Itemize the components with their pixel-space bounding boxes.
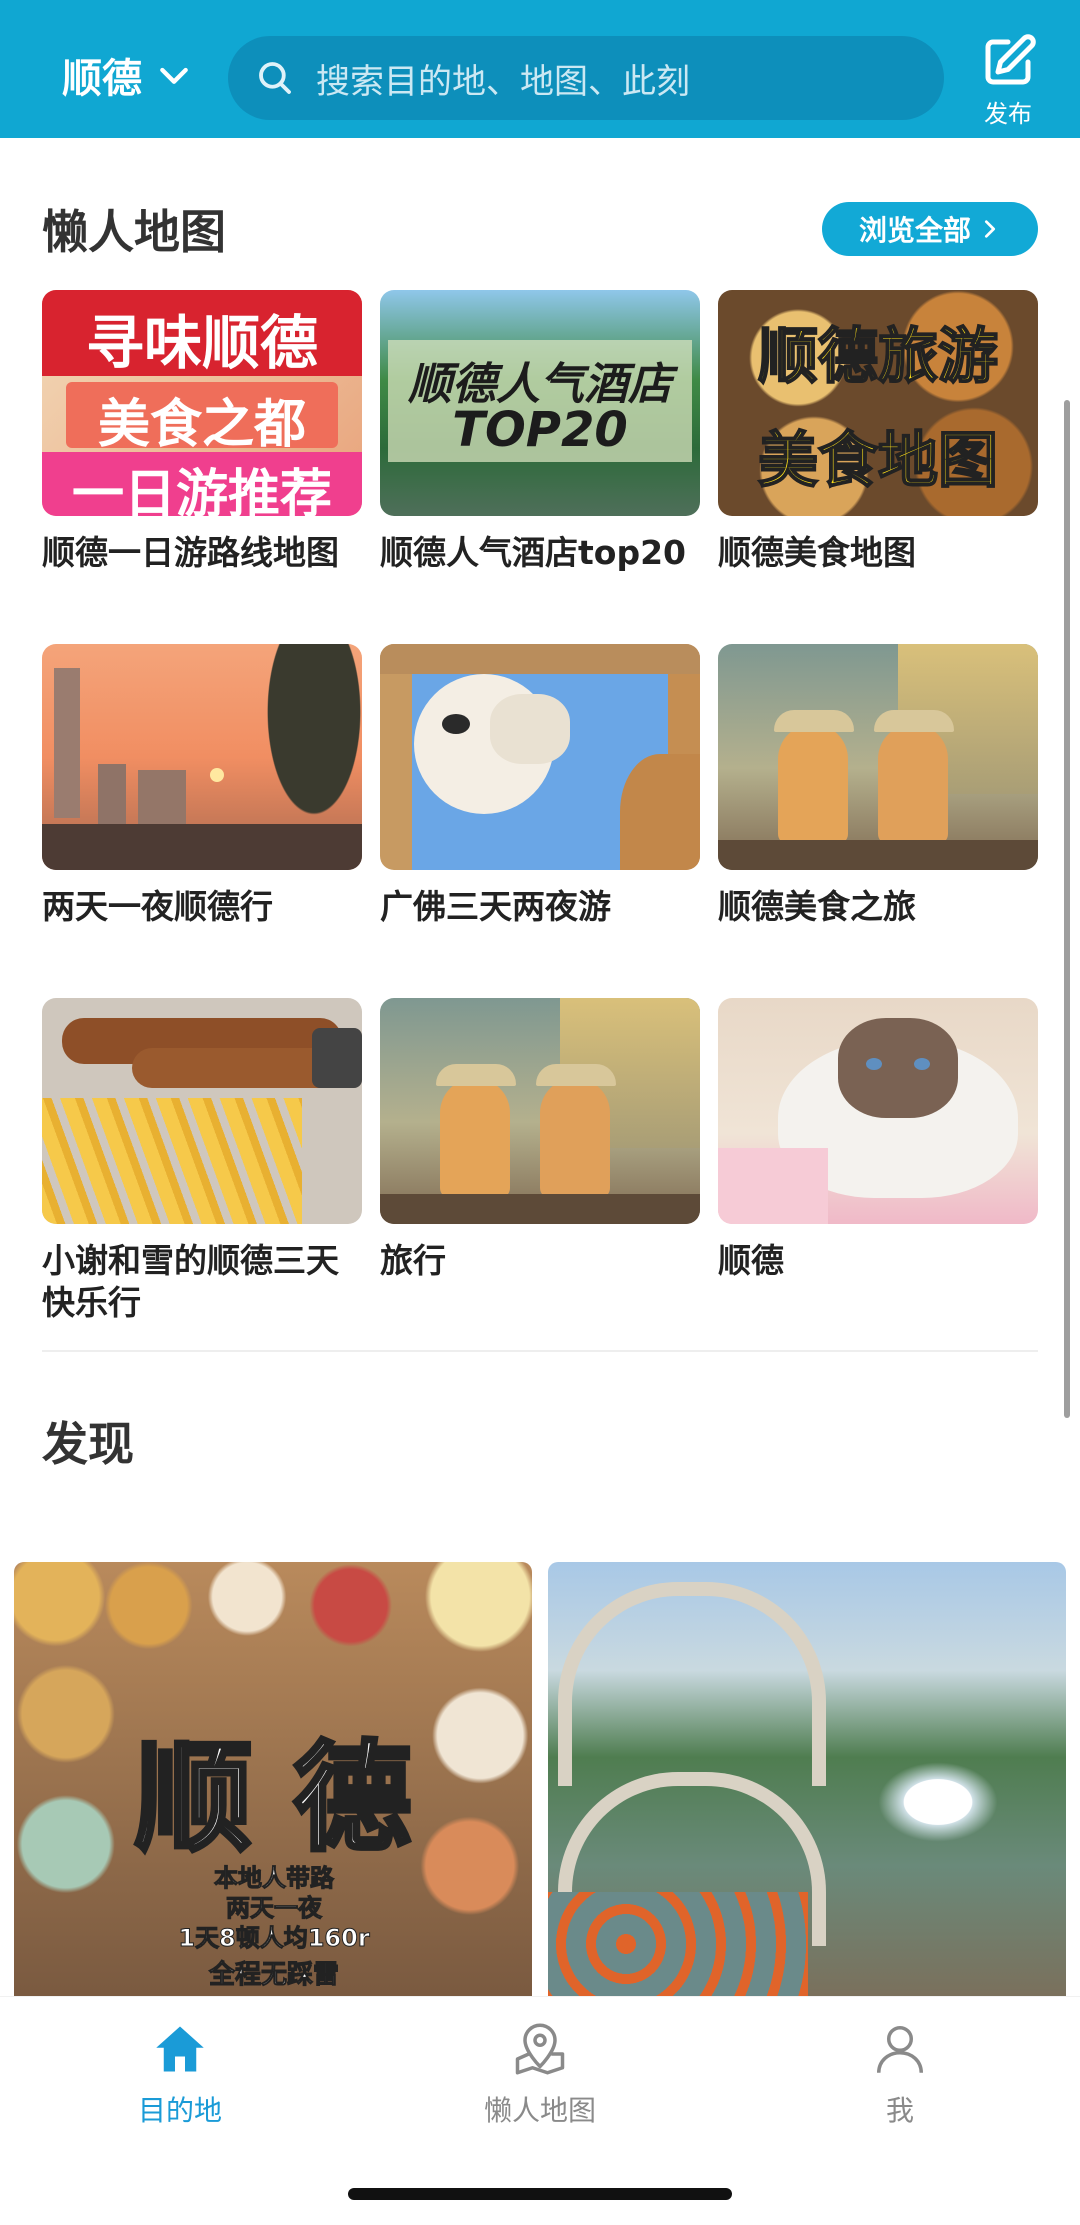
search-placeholder: 搜索目的地、地图、此刻 [316, 61, 690, 102]
city-name: 顺德 [62, 56, 142, 102]
home-icon [156, 2026, 204, 2072]
card-label: 顺德美食之旅 [718, 887, 916, 926]
card-overlay-text: 顺德旅游 [757, 321, 999, 393]
feed-card[interactable] [548, 1562, 1066, 1996]
publish-button[interactable]: 发布 [972, 32, 1044, 132]
card-label: 顺德 [718, 1241, 784, 1280]
chevron-right-icon [984, 220, 996, 238]
person-icon [877, 2026, 923, 2073]
map-card[interactable]: 顺德人气酒店 TOP20 顺德人气酒店top20 [380, 290, 700, 574]
tab-destination[interactable]: 目的地 [80, 2019, 280, 2129]
map-card[interactable]: 顺德 [718, 998, 1038, 1282]
feed-image-fountain [878, 1762, 998, 1842]
publish-label: 发布 [984, 100, 1032, 128]
card-label: 顺德人气酒店top20 [380, 533, 686, 572]
map-card[interactable]: 旅行 [380, 998, 700, 1282]
card-overlay-text: 一日游推荐 [71, 465, 332, 516]
card-thumbnail [718, 998, 1038, 1224]
home-indicator [348, 2188, 732, 2200]
map-card[interactable]: 寻味顺德 美食之都 一日游推荐 顺德一日游路线地图 [42, 290, 362, 574]
tab-me[interactable]: 我 [800, 2019, 1000, 2129]
map-card[interactable]: 两天一夜顺德行 [42, 644, 362, 928]
map-pin-icon [515, 2023, 565, 2075]
card-label: 广佛三天两夜游 [380, 887, 611, 926]
tab-label: 目的地 [137, 2094, 222, 2127]
discover-title: 发现 [42, 1417, 134, 1471]
section-divider [42, 1350, 1038, 1352]
card-thumbnail [380, 644, 700, 870]
card-thumbnail: 顺德人气酒店 TOP20 [380, 290, 700, 516]
scrollbar[interactable] [1064, 400, 1070, 1418]
chevron-down-icon [160, 67, 188, 84]
edit-icon [985, 34, 1036, 85]
city-selector[interactable]: 顺德 [62, 42, 194, 108]
card-thumbnail: 顺德旅游 美食地图 [718, 290, 1038, 516]
search-input[interactable]: 搜索目的地、地图、此刻 [228, 36, 944, 120]
card-label: 旅行 [380, 1241, 446, 1280]
browse-all-button[interactable]: 浏览全部 [822, 202, 1038, 256]
feed-image-pond [548, 1892, 808, 1996]
card-overlay-text: 美食之都 [97, 395, 306, 455]
card-label: 顺德美食地图 [718, 533, 916, 572]
lazy-map-title: 懒人地图 [42, 205, 226, 259]
tab-label: 我 [885, 2094, 914, 2127]
card-overlay-text: TOP20 [452, 402, 628, 458]
map-card[interactable]: 顺德旅游 美食地图 顺德美食地图 [718, 290, 1038, 574]
card-thumbnail [42, 998, 362, 1224]
feed-overlay-title: 顺 德 [132, 1727, 413, 1869]
top-bar: 顺德 搜索目的地、地图、此刻 发布 [0, 0, 1080, 138]
feed-image-arch [558, 1582, 826, 1786]
feed-overlay-line: 全程无踩雷 [208, 1960, 339, 1991]
map-card[interactable]: 小谢和雪的顺德三天快乐行 [42, 998, 362, 1324]
card-thumbnail [380, 998, 700, 1224]
map-card[interactable]: 顺德美食之旅 [718, 644, 1038, 928]
card-label: 两天一夜顺德行 [42, 887, 273, 926]
card-overlay-text: 寻味顺德 [85, 309, 318, 377]
card-label: 顺德一日游路线地图 [42, 533, 339, 572]
map-card[interactable]: 广佛三天两夜游 [380, 644, 700, 928]
feed-card[interactable]: 顺 德 本地人带路 两天一夜 1天8顿人均160r 全程无踩雷 [14, 1562, 532, 1996]
feed-overlay-line: 1天8顿人均160r [178, 1924, 370, 1953]
card-thumbnail [718, 644, 1038, 870]
card-overlay-text: 美食地图 [757, 425, 999, 497]
tab-lazy-map[interactable]: 懒人地图 [440, 2019, 640, 2129]
browse-all-label: 浏览全部 [858, 214, 971, 247]
card-thumbnail: 寻味顺德 美食之都 一日游推荐 [42, 290, 362, 516]
tab-label: 懒人地图 [483, 2094, 596, 2127]
card-thumbnail [42, 644, 362, 870]
card-label: 小谢和雪的顺德三天快乐行 [42, 1241, 339, 1322]
search-icon [259, 62, 291, 94]
